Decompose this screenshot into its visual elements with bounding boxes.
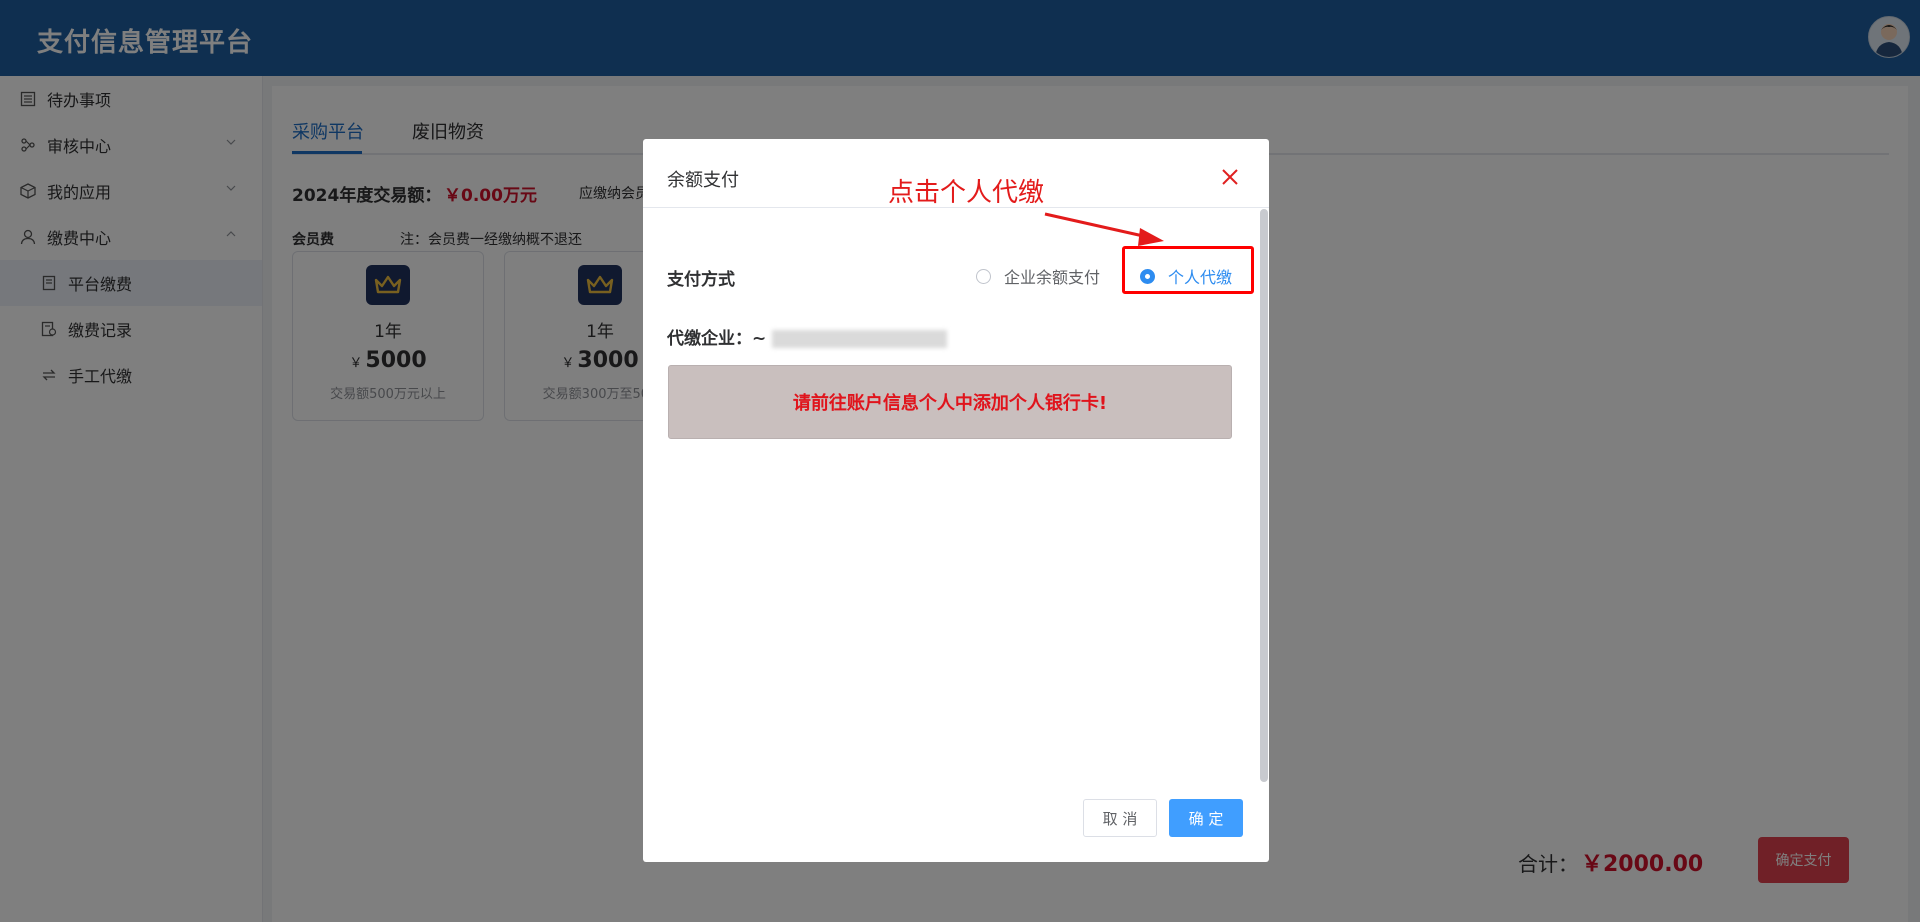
redacted-company-name [772, 330, 948, 348]
pay-method-label: 支付方式 [667, 270, 735, 290]
radio-circle [976, 268, 991, 284]
dialog-scrollbar[interactable] [1260, 209, 1268, 782]
radio-label: 企业余额支付 [1004, 268, 1101, 287]
company-label-text: 代缴企业： [667, 329, 752, 349]
dialog-title: 余额支付 [667, 170, 739, 191]
cancel-button[interactable]: 取 消 [1083, 799, 1157, 837]
annotation-arrow-icon [1044, 212, 1164, 246]
company-value: ~ [752, 329, 767, 349]
ok-button[interactable]: 确 定 [1169, 799, 1243, 837]
close-icon[interactable] [1218, 165, 1242, 189]
radio-company-balance[interactable]: 企业余额支付 [976, 264, 1100, 288]
bank-card-notice: 请前往账户信息个人中添加个人银行卡! [668, 365, 1232, 439]
annotation-highlight-box [1122, 246, 1254, 294]
company-label: 代缴企业：~ [667, 324, 948, 349]
annotation-text: 点击个人代缴 [888, 178, 1045, 208]
